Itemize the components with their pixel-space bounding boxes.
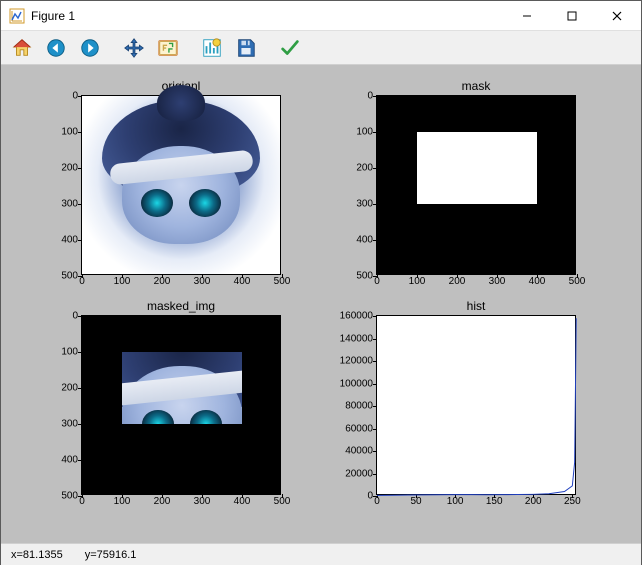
mask-rectangle bbox=[417, 132, 537, 204]
axes: 01002003004005000100200300400500 bbox=[376, 95, 576, 275]
zoom-button[interactable] bbox=[153, 34, 183, 62]
subplot-mask: mask01002003004005000100200300400500 bbox=[376, 95, 576, 275]
y-tick: 100000 bbox=[340, 378, 377, 389]
subplot-hist: hist020000400006000080000100000120000140… bbox=[376, 315, 576, 495]
status-x: x=81.1355 bbox=[11, 549, 63, 561]
subplot-masked_img: masked_img010020030040050001002003004005… bbox=[81, 315, 281, 495]
app-icon bbox=[9, 8, 25, 24]
status-y: y=75916.1 bbox=[85, 549, 137, 561]
customize-button[interactable] bbox=[275, 34, 305, 62]
figure-canvas[interactable]: origianl01002003004005000100200300400500… bbox=[1, 65, 641, 543]
window-title: Figure 1 bbox=[31, 9, 75, 23]
subplot-title: masked_img bbox=[81, 299, 281, 313]
titlebar: Figure 1 bbox=[1, 1, 641, 31]
maximize-button[interactable] bbox=[549, 2, 594, 30]
masked-region bbox=[122, 352, 242, 424]
minimize-button[interactable] bbox=[504, 2, 549, 30]
forward-button[interactable] bbox=[75, 34, 105, 62]
original-image bbox=[82, 96, 280, 274]
hist-line bbox=[377, 316, 577, 496]
save-button[interactable] bbox=[231, 34, 261, 62]
axes: 01002003004005000100200300400500 bbox=[81, 95, 281, 275]
toolbar bbox=[1, 31, 641, 65]
y-tick: 120000 bbox=[340, 356, 377, 367]
pan-button[interactable] bbox=[119, 34, 149, 62]
close-button[interactable] bbox=[594, 2, 639, 30]
subplot-title: hist bbox=[376, 299, 576, 313]
y-tick: 160000 bbox=[340, 311, 377, 322]
axes: 0200004000060000800001000001200001400001… bbox=[376, 315, 576, 495]
home-button[interactable] bbox=[7, 34, 37, 62]
subplot-title: mask bbox=[376, 79, 576, 93]
axes: 01002003004005000100200300400500 bbox=[81, 315, 281, 495]
y-tick: 140000 bbox=[340, 333, 377, 344]
back-button[interactable] bbox=[41, 34, 71, 62]
subplot-original: origianl01002003004005000100200300400500 bbox=[81, 95, 281, 275]
statusbar: x=81.1355 y=75916.1 bbox=[1, 543, 641, 565]
configure-subplots-button[interactable] bbox=[197, 34, 227, 62]
